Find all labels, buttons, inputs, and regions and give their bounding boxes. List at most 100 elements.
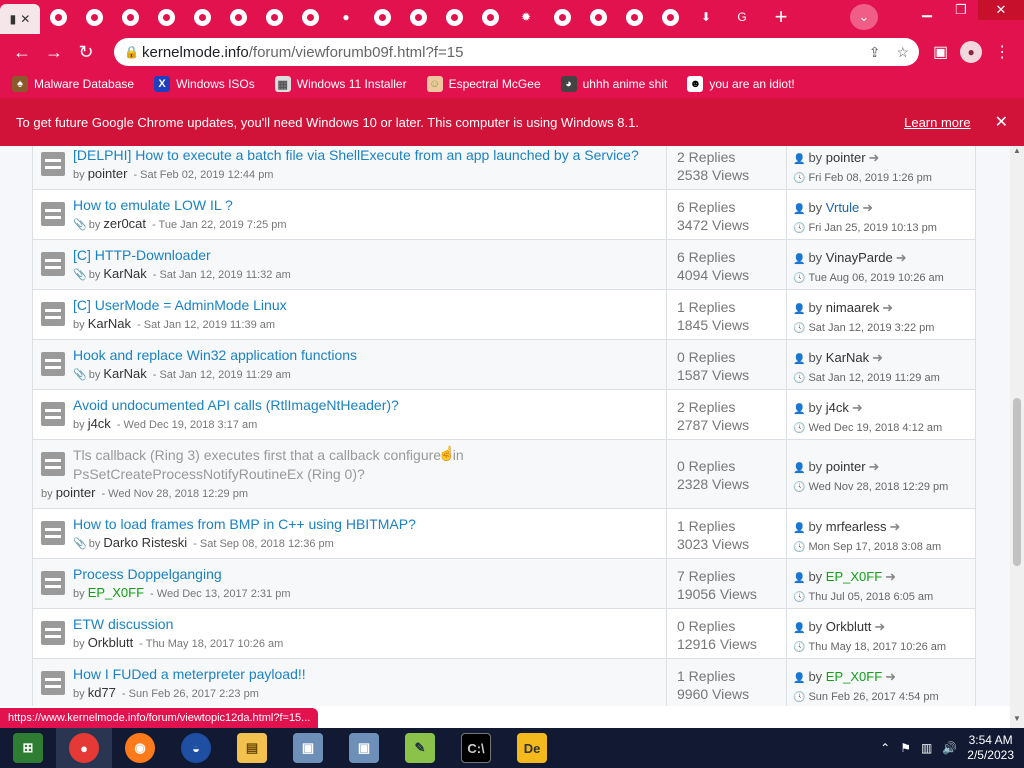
tab[interactable] [400,0,436,34]
chevron-up-icon[interactable]: ⌃ [880,741,890,755]
tab[interactable] [112,0,148,34]
bookmark-item[interactable]: ♠ Malware Database [12,76,134,92]
goto-last-post-icon[interactable]: ➜ [882,300,893,315]
tab[interactable] [184,0,220,34]
close-icon[interactable]: ✕ [995,112,1008,132]
goto-last-post-icon[interactable]: ➜ [885,569,896,584]
goto-last-post-icon[interactable]: ➜ [889,519,900,534]
topic-title-link[interactable]: ETW discussion [73,615,658,634]
tab[interactable] [220,0,256,34]
topic-title-link[interactable]: How to emulate LOW IL ? [73,196,658,215]
flag-icon[interactable]: ⚑ [900,741,911,755]
goto-last-post-icon[interactable]: ➜ [852,400,863,415]
new-tab-button[interactable]: + [766,4,796,30]
cmd-task[interactable]: C:\ [448,728,504,768]
clock[interactable]: 3:54 AM 2/5/2023 [967,733,1014,763]
tab[interactable]: ✹ [508,0,544,34]
profile-avatar[interactable]: ● [960,41,983,63]
goto-last-post-icon[interactable]: ➜ [869,150,880,165]
last-post-user-link[interactable]: VinayParde [826,250,893,265]
tab[interactable]: G [724,0,760,34]
tab[interactable] [148,0,184,34]
restore-button[interactable]: ❐ [944,0,978,20]
author-link[interactable]: kd77 [88,685,116,700]
scroll-down-icon[interactable]: ▼ [1010,714,1024,728]
tab[interactable] [292,0,328,34]
tab[interactable] [544,0,580,34]
topic-title-link[interactable]: How I FUDed a meterpreter payload!! [73,665,658,684]
volume-icon[interactable]: 🔊 [942,741,957,755]
author-link[interactable]: KarNak [88,316,131,331]
bookmark-item[interactable]: ◕ uhhh anime shit [560,76,667,92]
goto-last-post-icon[interactable]: ➜ [869,459,880,474]
sidepanel-icon[interactable]: ▣ [933,42,948,62]
forward-icon[interactable]: → [38,42,70,63]
last-post-user-link[interactable]: EP_X0FF [826,569,882,584]
scroll-up-icon[interactable]: ▲ [1010,146,1024,160]
bookmark-item[interactable]: ▦ Windows 11 Installer [274,76,407,92]
tab[interactable] [472,0,508,34]
last-post-user-link[interactable]: nimaarek [826,300,879,315]
tab[interactable] [256,0,292,34]
last-post-user-link[interactable]: j4ck [826,400,849,415]
author-link[interactable]: Darko Risteski [103,535,187,550]
chrome-task[interactable]: ● [56,728,112,768]
back-icon[interactable]: ← [6,42,38,63]
last-post-user-link[interactable]: pointer [826,150,866,165]
topic-title-link[interactable]: Avoid undocumented API calls (RtlImageNt… [73,396,658,415]
author-link[interactable]: EP_X0FF [88,585,144,600]
tab[interactable]: ● [328,0,364,34]
vertical-scrollbar[interactable]: ▲ ▼ [1010,146,1024,728]
bookmark-item[interactable]: ☻ you are an idiot! [687,76,795,92]
last-post-user-link[interactable]: Vrtule [826,200,859,215]
close-window-button[interactable]: ✕ [978,0,1024,20]
tab-active[interactable]: ▮ ✕ [0,4,40,34]
author-link[interactable]: KarNak [103,266,146,281]
topic-title-link[interactable]: Tls callback (Ring 3) executes first tha… [41,446,658,484]
last-post-user-link[interactable]: EP_X0FF [826,669,882,684]
goto-last-post-icon[interactable]: ➜ [872,350,883,365]
firefox-task[interactable]: ◉ [112,728,168,768]
bookmark-star-icon[interactable]: ☆ [896,44,909,61]
author-link[interactable]: pointer [88,166,128,181]
goto-last-post-icon[interactable]: ➜ [896,250,907,265]
share-icon[interactable]: ⇪ [869,44,881,61]
tab-search-button[interactable]: ⌄ [850,4,878,30]
last-post-user-link[interactable]: Orkblutt [826,619,872,634]
learn-more-link[interactable]: Learn more [904,115,970,130]
bookmark-item[interactable]: X Windows ISOs [154,76,255,92]
goto-last-post-icon[interactable]: ➜ [885,669,896,684]
bookmark-item[interactable]: ☺ Espectral McGee [426,76,541,92]
tab[interactable] [652,0,688,34]
de-task[interactable]: De [504,728,560,768]
author-link[interactable]: zer0cat [103,216,146,231]
goto-last-post-icon[interactable]: ➜ [862,200,873,215]
address-bar[interactable]: 🔒 kernelmode.info/forum/viewforumb09f.ht… [114,38,919,66]
setup-task[interactable]: ▣ [280,728,336,768]
network-icon[interactable]: ▥ [921,741,932,755]
close-icon[interactable]: ✕ [20,12,30,26]
tab[interactable] [76,0,112,34]
last-post-user-link[interactable]: mrfearless [826,519,887,534]
author-link[interactable]: Orkblutt [88,635,134,650]
tab[interactable] [364,0,400,34]
tab[interactable] [580,0,616,34]
author-link[interactable]: j4ck [88,416,111,431]
topic-title-link[interactable]: [C] UserMode = AdminMode Linux [73,296,658,315]
topic-title-link[interactable]: Hook and replace Win32 application funct… [73,346,658,365]
setup-task-2[interactable]: ▣ [336,728,392,768]
notepad-task[interactable]: ✎ [392,728,448,768]
start-button[interactable]: ⊞ [0,728,56,768]
topic-title-link[interactable]: [DELPHI] How to execute a batch file via… [73,146,658,165]
topic-title-link[interactable]: Process Doppelganging [73,565,658,584]
topic-title-link[interactable]: [C] HTTP-Downloader [73,246,658,265]
goto-last-post-icon[interactable]: ➜ [874,619,885,634]
obama-task[interactable]: ◒ [168,728,224,768]
scrollbar-thumb[interactable] [1013,398,1021,566]
author-link[interactable]: KarNak [103,366,146,381]
last-post-user-link[interactable]: pointer [826,459,866,474]
explorer-task[interactable]: ▤ [224,728,280,768]
tab[interactable] [436,0,472,34]
last-post-user-link[interactable]: KarNak [826,350,869,365]
menu-icon[interactable]: ⋮ [994,42,1010,62]
